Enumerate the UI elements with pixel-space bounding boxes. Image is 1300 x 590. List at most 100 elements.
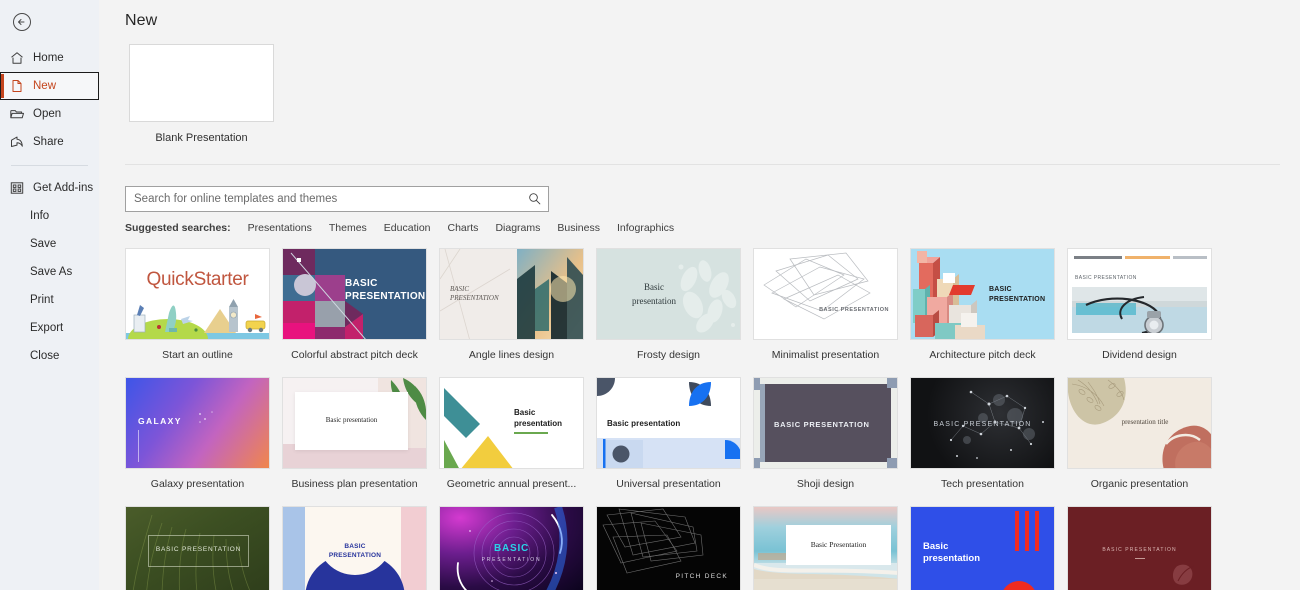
- sidebar-item-save[interactable]: Save: [0, 230, 99, 258]
- template-thumbnail[interactable]: Basic Presentation: [753, 506, 898, 590]
- page-icon: [12, 80, 22, 92]
- template-card-universal-presentation[interactable]: Basic presentation Universal presentatio…: [596, 377, 753, 490]
- template-title-text: presentation title: [1121, 418, 1169, 426]
- template-thumbnail[interactable]: Basic presentation: [439, 377, 584, 469]
- sidebar-item-label: Open: [33, 108, 62, 120]
- template-card-shoji-design[interactable]: BASIC PRESENTATION Shoji design: [753, 377, 910, 490]
- template-thumbnail[interactable]: Basic presentation: [910, 506, 1055, 590]
- template-card-start-an-outline[interactable]: QuickStarter Start an outline: [125, 248, 282, 361]
- sidebar-item-info[interactable]: Info: [0, 202, 99, 230]
- template-card-verdant-pitch-deck[interactable]: BASIC PRESENTATION Verdant pitch deck: [125, 506, 282, 590]
- template-title-text: BASIC PRESENTATION: [933, 421, 1032, 428]
- template-card-minimalist-presentation[interactable]: BASIC PRESENTATION Minimalist presentati…: [753, 248, 910, 361]
- template-title-text: Basic Presentation: [810, 540, 867, 549]
- suggested-search-presentations[interactable]: Presentations: [248, 222, 312, 234]
- template-thumbnail[interactable]: BASIC PRESENTATION: [282, 248, 427, 340]
- template-thumbnail[interactable]: BASIC PRESENTATION: [125, 506, 270, 590]
- template-card-geometric-color-block[interactable]: BASICPRESENTATION Geometric color block: [282, 506, 439, 590]
- home-icon: [11, 52, 23, 64]
- template-card-architecture-pitch-deck[interactable]: BASIC PRESENTATION Architecture pitch dec…: [910, 248, 1067, 361]
- template-caption: Minimalist presentation: [771, 349, 880, 361]
- template-caption: Frosty design: [636, 349, 701, 361]
- template-thumbnail[interactable]: BASIC PRESENTATION: [910, 248, 1055, 340]
- template-card-colorful-abstract-pitch-deck[interactable]: BASIC PRESENTATION Colorful abstract pitc…: [282, 248, 439, 361]
- accent-bar: [1125, 256, 1170, 259]
- template-grid: QuickStarter Start an outline BASIC PRES…: [125, 248, 1300, 590]
- template-thumbnail[interactable]: Basic presentation: [596, 248, 741, 340]
- template-caption: Dividend design: [1102, 349, 1177, 361]
- template-thumbnail[interactable]: QuickStarter: [125, 248, 270, 340]
- blank-presentation-card[interactable]: Blank Presentation: [129, 44, 274, 144]
- suggested-search-diagrams[interactable]: Diagrams: [495, 222, 540, 234]
- template-title-text: Basic presentation: [514, 408, 563, 428]
- suggested-search-business[interactable]: Business: [557, 222, 600, 234]
- template-card-galaxy-presentation[interactable]: GALAXY Galaxy presentation: [125, 377, 282, 490]
- template-thumbnail[interactable]: Basic presentation: [282, 377, 427, 469]
- template-thumbnail[interactable]: BASIC PRESENTATION: [1067, 248, 1212, 340]
- template-card-organic-presentation[interactable]: presentation title Organic presentation: [1067, 377, 1224, 490]
- suggested-searches: Suggested searches: Presentations Themes E…: [125, 222, 1300, 234]
- search-input[interactable]: [134, 193, 528, 205]
- search-box[interactable]: [125, 186, 549, 212]
- template-card-scientific-findings-present[interactable]: BASIC PRESENTATION Scientific findings p…: [439, 506, 596, 590]
- template-thumbnail[interactable]: BASIC PRESENTATION: [439, 248, 584, 340]
- template-title-text: BASIC PRESENTATION: [450, 285, 499, 303]
- template-title-text: BASIC PRESENTATION: [819, 307, 889, 313]
- sidebar-item-label: Save As: [30, 266, 73, 278]
- search-icon[interactable]: [528, 192, 542, 206]
- sidebar-item-export[interactable]: Export: [0, 314, 99, 342]
- share-icon: [11, 136, 23, 147]
- template-title-text: BASIC PRESENTATION: [328, 543, 382, 559]
- template-caption: Colorful abstract pitch deck: [291, 349, 418, 361]
- sidebar-item-open[interactable]: Open: [0, 100, 99, 128]
- suggested-search-infographics[interactable]: Infographics: [617, 222, 674, 234]
- sidebar-item-new[interactable]: New: [0, 72, 99, 100]
- sidebar-item-label: New: [33, 80, 57, 92]
- suggested-search-education[interactable]: Education: [384, 222, 431, 234]
- back-arrow-icon[interactable]: [6, 6, 38, 38]
- panel-edge: [760, 384, 765, 462]
- suggested-searches-label: Suggested searches:: [125, 222, 231, 234]
- template-card-training-presentation[interactable]: Basicpresentation Training presentation: [910, 506, 1067, 590]
- template-caption: Architecture pitch deck: [929, 349, 1036, 361]
- sidebar-item-save-as[interactable]: Save As: [0, 258, 99, 286]
- sidebar-item-share[interactable]: Share: [0, 128, 99, 156]
- sidebar-item-print[interactable]: Print: [0, 286, 99, 314]
- accent-underline: [514, 432, 548, 434]
- template-thumbnail[interactable]: BASIC PRESENTATION: [439, 506, 584, 590]
- accent-bar: [1173, 256, 1207, 259]
- template-title-text: Basic presentation: [923, 541, 981, 565]
- sidebar-item-home[interactable]: Home: [0, 44, 99, 72]
- template-card-angle-lines-design[interactable]: BASIC PRESENTATION Angle lines design: [439, 248, 596, 361]
- template-card-frosty-design[interactable]: Basic presentation Frosty design: [596, 248, 753, 361]
- template-thumbnail[interactable]: BASIC PRESENTATION: [282, 506, 427, 590]
- template-card-geometric-annual-present[interactable]: Basic presentation Geometric annual prese…: [439, 377, 596, 490]
- template-thumbnail[interactable]: PITCH DECK: [596, 506, 741, 590]
- template-title-text: BASIC PRESENTATION: [774, 420, 870, 429]
- suggested-search-charts[interactable]: Charts: [448, 222, 479, 234]
- template-title-text: BASIC PRESENTATION: [1075, 275, 1137, 281]
- template-caption: Start an outline: [162, 349, 233, 361]
- template-card-leaf-design[interactable]: BASIC PRESENTATION Leaf design: [1067, 506, 1224, 590]
- template-card-dividend-design[interactable]: BASIC PRESENTATION Dividend design: [1067, 248, 1224, 361]
- template-thumbnail[interactable]: BASIC PRESENTATION: [753, 377, 898, 469]
- sidebar-item-close[interactable]: Close: [0, 342, 99, 370]
- template-title-text: BASIC: [493, 543, 530, 554]
- template-card-minimalist-sales-pitch[interactable]: PITCH DECK Minimalist sales pitch: [596, 506, 753, 590]
- template-card-tech-presentation[interactable]: BASIC PRESENTATION Tech presentation: [910, 377, 1067, 490]
- sidebar-item-label: Info: [30, 210, 50, 222]
- template-thumbnail[interactable]: BASIC PRESENTATION: [910, 377, 1055, 469]
- suggested-search-themes[interactable]: Themes: [329, 222, 367, 234]
- blank-presentation-thumbnail[interactable]: [129, 44, 274, 122]
- template-thumbnail[interactable]: presentation title: [1067, 377, 1212, 469]
- template-thumbnail[interactable]: Basic presentation: [596, 377, 741, 469]
- sidebar-item-get-add-ins[interactable]: Get Add-ins: [0, 174, 99, 202]
- template-card-bohemian-design[interactable]: Basic Presentation Bohemian design: [753, 506, 910, 590]
- template-title-text: Basic presentation: [325, 416, 378, 424]
- template-thumbnail[interactable]: GALAXY: [125, 377, 270, 469]
- sidebar-item-label: Home: [33, 52, 64, 64]
- template-thumbnail[interactable]: BASIC PRESENTATION: [1067, 506, 1212, 590]
- template-thumbnail[interactable]: BASIC PRESENTATION: [753, 248, 898, 340]
- template-card-business-plan-presentation[interactable]: Basic presentation Business plan present…: [282, 377, 439, 490]
- sidebar-item-label: Save: [30, 238, 57, 250]
